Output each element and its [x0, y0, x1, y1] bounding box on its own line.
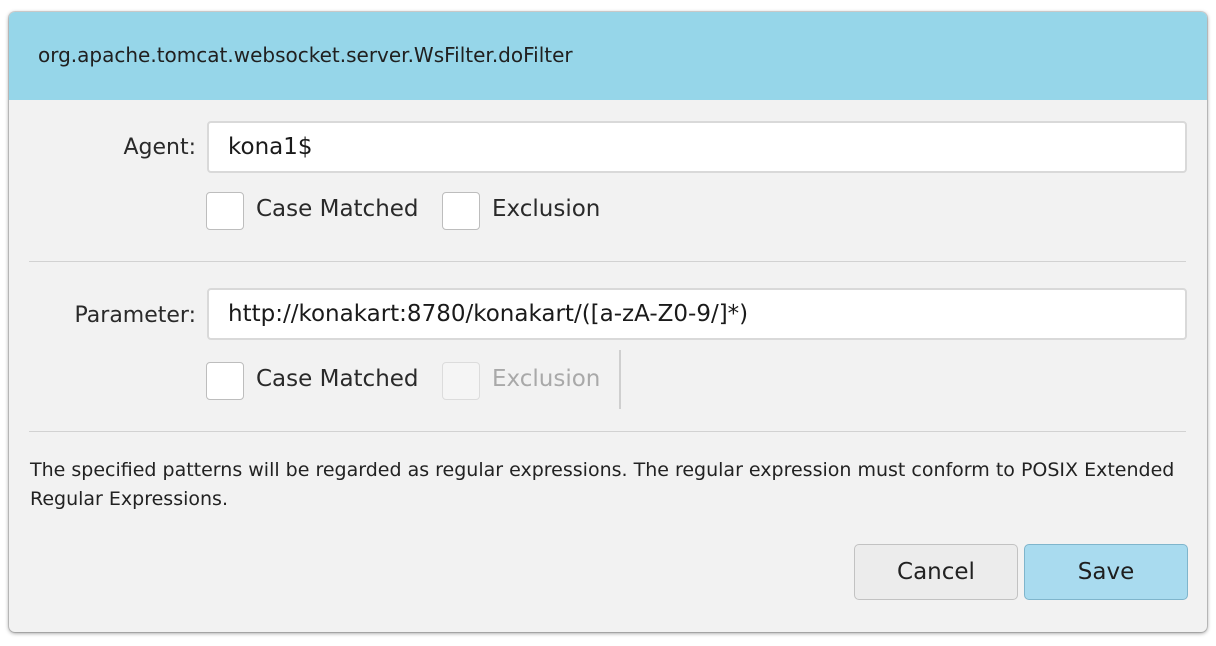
agent-case-matched-checkbox[interactable]: [206, 192, 244, 230]
dialog-title-bar: org.apache.tomcat.websocket.server.WsFil…: [9, 12, 1207, 100]
agent-input[interactable]: kona1$: [207, 121, 1187, 173]
parameter-exclusion-checkbox: [442, 362, 480, 400]
save-button[interactable]: Save: [1024, 544, 1188, 600]
dialog-title: org.apache.tomcat.websocket.server.WsFil…: [38, 43, 573, 67]
parameter-case-matched-checkbox[interactable]: [206, 362, 244, 400]
parameter-label: Parameter:: [74, 303, 196, 328]
agent-case-matched-label[interactable]: Case Matched: [256, 196, 419, 222]
parameter-exclusion-label: Exclusion: [492, 366, 601, 392]
parameter-input[interactable]: http://konakart:8780/konakart/([a-zA-Z0-…: [207, 288, 1187, 340]
regex-note: The specified patterns will be regarded …: [30, 459, 1175, 510]
agent-label: Agent:: [123, 135, 196, 160]
section-divider: [29, 261, 1186, 262]
vertical-separator: [619, 350, 621, 409]
parameter-case-matched-label[interactable]: Case Matched: [256, 366, 419, 392]
section-divider: [29, 431, 1186, 432]
cancel-button[interactable]: Cancel: [854, 544, 1018, 600]
filter-dialog: org.apache.tomcat.websocket.server.WsFil…: [9, 12, 1207, 632]
agent-exclusion-checkbox[interactable]: [442, 192, 480, 230]
agent-exclusion-label[interactable]: Exclusion: [492, 196, 600, 222]
